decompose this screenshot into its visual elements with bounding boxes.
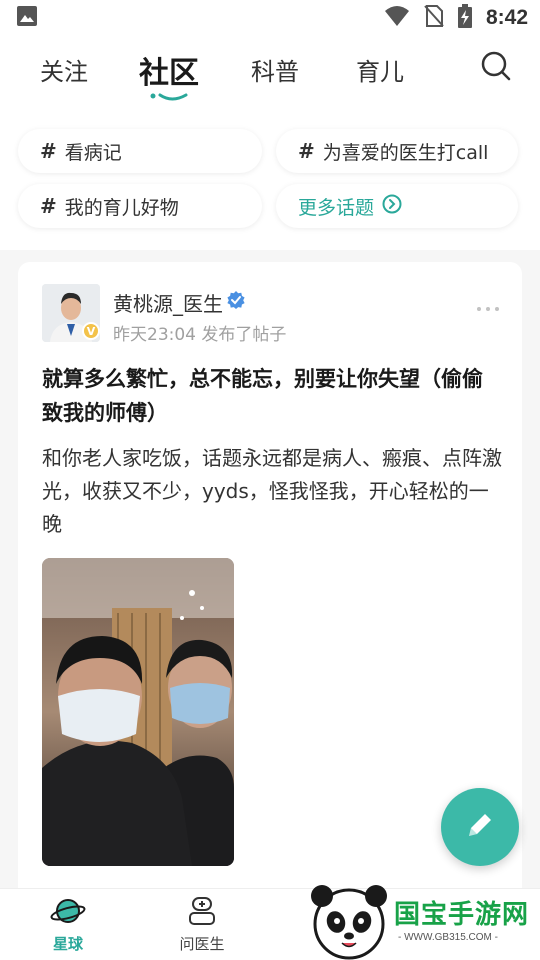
watermark-url: - WWW.GB315.COM - [398, 932, 498, 943]
more-topics-label: 更多话题 [298, 196, 375, 219]
image-icon [16, 5, 38, 31]
battery-charging-icon [457, 4, 472, 32]
pencil-icon [463, 808, 497, 846]
topic-chips: # 看病记 # 为喜爱的医生打call # 我的育儿好物 更多话题 [0, 112, 540, 250]
topic-chip[interactable]: # 我的育儿好物 [18, 184, 262, 228]
more-topics-button[interactable]: 更多话题 [276, 184, 518, 228]
topic-label: 为喜爱的医生打call [322, 141, 489, 164]
nav-planet[interactable]: 星球 [28, 895, 108, 954]
hash-icon: # [298, 139, 315, 163]
chevron-right-circle-icon [382, 194, 402, 219]
author-name[interactable]: 黄桃源_医生 [113, 288, 223, 317]
post-title[interactable]: 就算多么繁忙，总不能忘，别要让你失望（偷偷致我的师傅） [42, 362, 502, 430]
status-bar: 8:42 [0, 0, 540, 36]
watermark-text: 国宝手游网 [394, 900, 530, 930]
tab-follow[interactable]: 关注 [40, 52, 88, 87]
nav-label: 问医生 [179, 935, 225, 953]
compose-fab[interactable] [441, 788, 519, 866]
topic-label: 看病记 [64, 141, 122, 164]
nav-ask-doctor[interactable]: 问医生 [162, 895, 242, 954]
search-icon[interactable] [480, 50, 512, 86]
tab-parenting[interactable]: 育儿 [356, 52, 404, 87]
topic-chip[interactable]: # 看病记 [18, 129, 262, 173]
active-tab-indicator [150, 88, 188, 107]
planet-icon [50, 899, 86, 931]
topic-chip[interactable]: # 为喜爱的医生打call [276, 129, 518, 173]
more-options-icon[interactable] [476, 298, 500, 317]
post-body[interactable]: 和你老人家吃饭，话题永远都是病人、瘢痕、点阵激光，收获又不少，yyds，怪我怪我… [42, 442, 502, 541]
hash-icon: # [40, 194, 57, 218]
top-nav: 关注 社区 科普 育儿 [0, 36, 540, 112]
tab-science[interactable]: 科普 [251, 52, 299, 87]
verified-icon [227, 291, 245, 313]
post-meta: 昨天23:04 发布了帖子 [113, 325, 287, 345]
verified-v-badge: V [82, 322, 100, 340]
watermark: 国宝手游网 - WWW.GB315.COM - [306, 880, 540, 960]
status-time: 8:42 [485, 6, 528, 29]
wifi-icon [384, 5, 410, 31]
nav-label: 星球 [52, 935, 83, 953]
no-sim-icon [424, 4, 444, 32]
topic-label: 我的育儿好物 [64, 196, 179, 219]
hash-icon: # [40, 139, 57, 163]
post-photo[interactable] [42, 558, 234, 866]
doctor-icon [186, 897, 218, 931]
tab-community[interactable]: 社区 [139, 48, 199, 92]
